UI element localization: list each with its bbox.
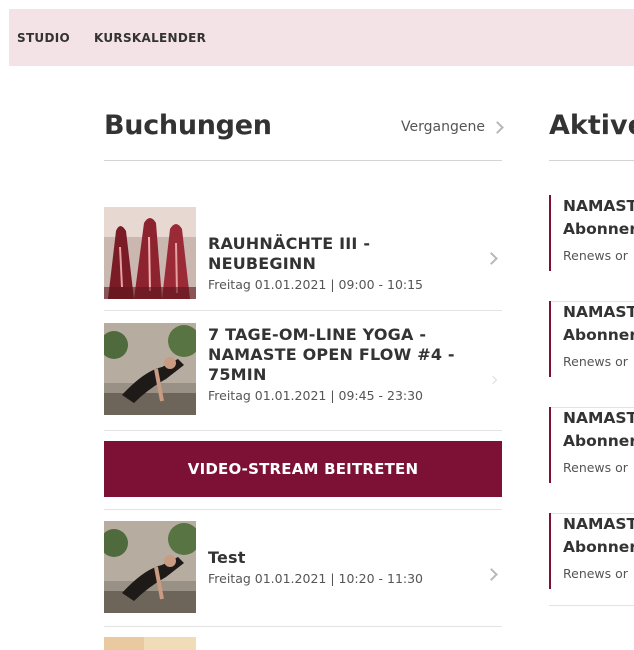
- top-navigation-bar: STUDIO KURSKALENDER: [9, 9, 634, 66]
- subscription-renewal: Renews or: [563, 248, 628, 263]
- active-subscriptions-title: Aktive: [549, 110, 634, 141]
- booking-info: Test Freitag 01.01.2021 | 10:20 - 11:30: [208, 548, 472, 586]
- chevron-right-icon: [491, 120, 504, 134]
- booking-chevron: [488, 368, 498, 387]
- booking-thumbnail: [104, 323, 196, 415]
- subscription-renewal: Renews or: [563, 566, 628, 581]
- subscription-renewal: Renews or: [563, 354, 628, 369]
- subscription-card[interactable]: NAMAST Abonner Renews or: [549, 407, 634, 514]
- booking-date: Freitag 01.01.2021 | 10:20 - 11:30: [208, 571, 424, 586]
- past-bookings-label: Vergangene: [401, 119, 485, 135]
- subscription-name: NAMAST Abonner: [563, 197, 634, 238]
- booking-date: Freitag 01.01.2021 | 09:45 - 23:30: [208, 388, 424, 403]
- chevron-right-icon: [488, 375, 498, 385]
- chevron-right-icon: [485, 568, 498, 581]
- subscription-card[interactable]: NAMAST Abonner Renews or: [549, 195, 634, 302]
- subscription-accent: [549, 513, 551, 589]
- subscription-renewal: Renews or: [563, 460, 628, 475]
- bookings-header: Buchungen Vergangene: [104, 107, 504, 161]
- booking-date: Freitag 01.01.2021 | 09:00 - 10:15: [208, 277, 424, 292]
- bookings-title: Buchungen: [104, 110, 272, 141]
- booking-item[interactable]: Test Freitag 01.01.2021 | 10:20 - 11:30: [104, 509, 502, 627]
- nav-link-kurskalender[interactable]: KURSKALENDER: [94, 31, 206, 45]
- booking-info: 7 TAGE-OM-LINE YOGA -NAMASTE OPEN FLOW #…: [208, 325, 472, 403]
- booking-item[interactable]: 7 TAGE-OM-LINE YOGA -NAMASTE OPEN FLOW #…: [104, 310, 502, 431]
- booking-chevron: [485, 248, 498, 267]
- booking-thumbnail: [104, 521, 196, 613]
- booking-title: Test: [208, 548, 246, 567]
- booking-thumbnail: [104, 637, 196, 650]
- past-bookings-link[interactable]: Vergangene: [401, 119, 504, 135]
- divider: [549, 160, 634, 161]
- page: STUDIO KURSKALENDER Buchungen Vergangene: [0, 0, 634, 650]
- subscription-card[interactable]: NAMAST Abonner Renews or: [549, 301, 634, 408]
- subscription-name: NAMAST Abonner: [563, 303, 634, 344]
- subscription-accent: [549, 407, 551, 483]
- subscription-accent: [549, 195, 551, 271]
- booking-item[interactable]: RAUHNÄCHTE III -NEUBEGINN Freitag 01.01.…: [104, 206, 502, 311]
- subscription-card[interactable]: NAMAST Abonner Renews or: [549, 513, 634, 606]
- subscription-name: NAMAST Abonner: [563, 409, 634, 450]
- subscription-name: NAMAST Abonner: [563, 515, 634, 556]
- subscription-accent: [549, 301, 551, 377]
- join-video-stream-button[interactable]: VIDEO-STREAM BEITRETEN: [104, 441, 502, 497]
- booking-chevron: [485, 564, 498, 583]
- nav-link-studio[interactable]: STUDIO: [17, 31, 70, 45]
- booking-title: 7 TAGE-OM-LINE YOGA -NAMASTE OPEN FLOW #…: [208, 325, 455, 384]
- booking-title: RAUHNÄCHTE III -NEUBEGINN: [208, 234, 371, 273]
- booking-info: RAUHNÄCHTE III -NEUBEGINN Freitag 01.01.…: [208, 234, 472, 292]
- booking-thumbnail: [104, 207, 196, 299]
- chevron-right-icon: [485, 252, 498, 265]
